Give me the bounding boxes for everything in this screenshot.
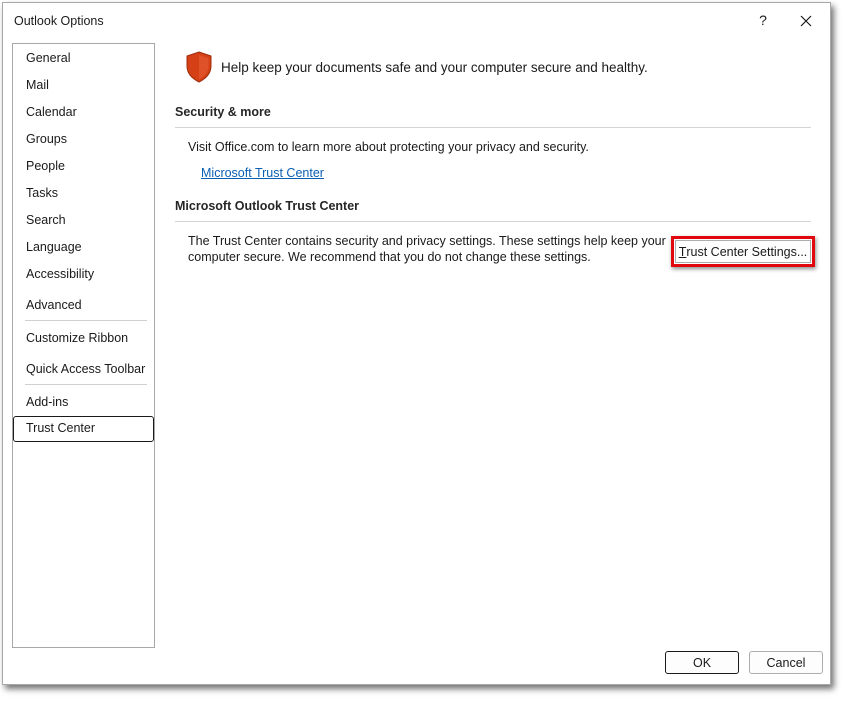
sidebar-item-groups[interactable]: Groups [14, 127, 154, 151]
outlook-options-dialog: Outlook Options ? General Mail Calendar … [2, 2, 831, 685]
sidebar-item-people[interactable]: People [14, 154, 154, 178]
sidebar-item-general[interactable]: General [14, 46, 154, 70]
sidebar-item-search[interactable]: Search [14, 208, 154, 232]
sidebar-item-mail[interactable]: Mail [14, 73, 154, 97]
trust-center-description-line1: The Trust Center contains security and p… [188, 234, 666, 248]
security-description: Visit Office.com to learn more about pro… [188, 140, 589, 154]
microsoft-trust-center-link[interactable]: Microsoft Trust Center [201, 166, 324, 180]
button-mnemonic: T [678, 244, 687, 259]
cancel-button[interactable]: Cancel [749, 651, 823, 674]
section-divider [175, 127, 811, 128]
sidebar-item-calendar[interactable]: Calendar [14, 100, 154, 124]
section-divider [175, 221, 811, 222]
trust-center-description-line2: computer secure. We recommend that you d… [188, 250, 591, 264]
sidebar-item-language[interactable]: Language [14, 235, 154, 259]
section-title-trust-center: Microsoft Outlook Trust Center [175, 199, 360, 213]
sidebar-item-advanced[interactable]: Advanced [14, 293, 154, 317]
sidebar-separator [25, 320, 147, 321]
panel-header: Help keep your documents safe and your c… [185, 51, 648, 83]
shield-icon [186, 51, 212, 83]
window-title: Outlook Options [14, 14, 104, 28]
sidebar-item-customize-ribbon[interactable]: Customize Ribbon [14, 326, 154, 350]
trust-center-panel: Help keep your documents safe and your c… [163, 43, 823, 643]
sidebar-item-quick-access-toolbar[interactable]: Quick Access Toolbar [14, 357, 154, 381]
sidebar-separator [25, 384, 147, 385]
title-bar: Outlook Options ? [3, 3, 830, 39]
panel-header-text: Help keep your documents safe and your c… [221, 59, 648, 75]
button-label: rust Center Settings... [686, 244, 808, 259]
section-title-security: Security & more [175, 105, 271, 119]
close-icon [800, 15, 812, 27]
sidebar-item-trust-center[interactable]: Trust Center [13, 416, 154, 442]
sidebar-item-add-ins[interactable]: Add-ins [14, 390, 154, 414]
help-icon: ? [759, 12, 767, 28]
help-button[interactable]: ? [751, 8, 775, 32]
close-button[interactable] [793, 8, 819, 34]
sidebar-item-tasks[interactable]: Tasks [14, 181, 154, 205]
options-sidebar: General Mail Calendar Groups People Task… [12, 43, 155, 648]
ok-button[interactable]: OK [665, 651, 739, 674]
trust-center-settings-button[interactable]: Trust Center Settings... [675, 240, 811, 263]
sidebar-item-accessibility[interactable]: Accessibility [14, 262, 154, 286]
